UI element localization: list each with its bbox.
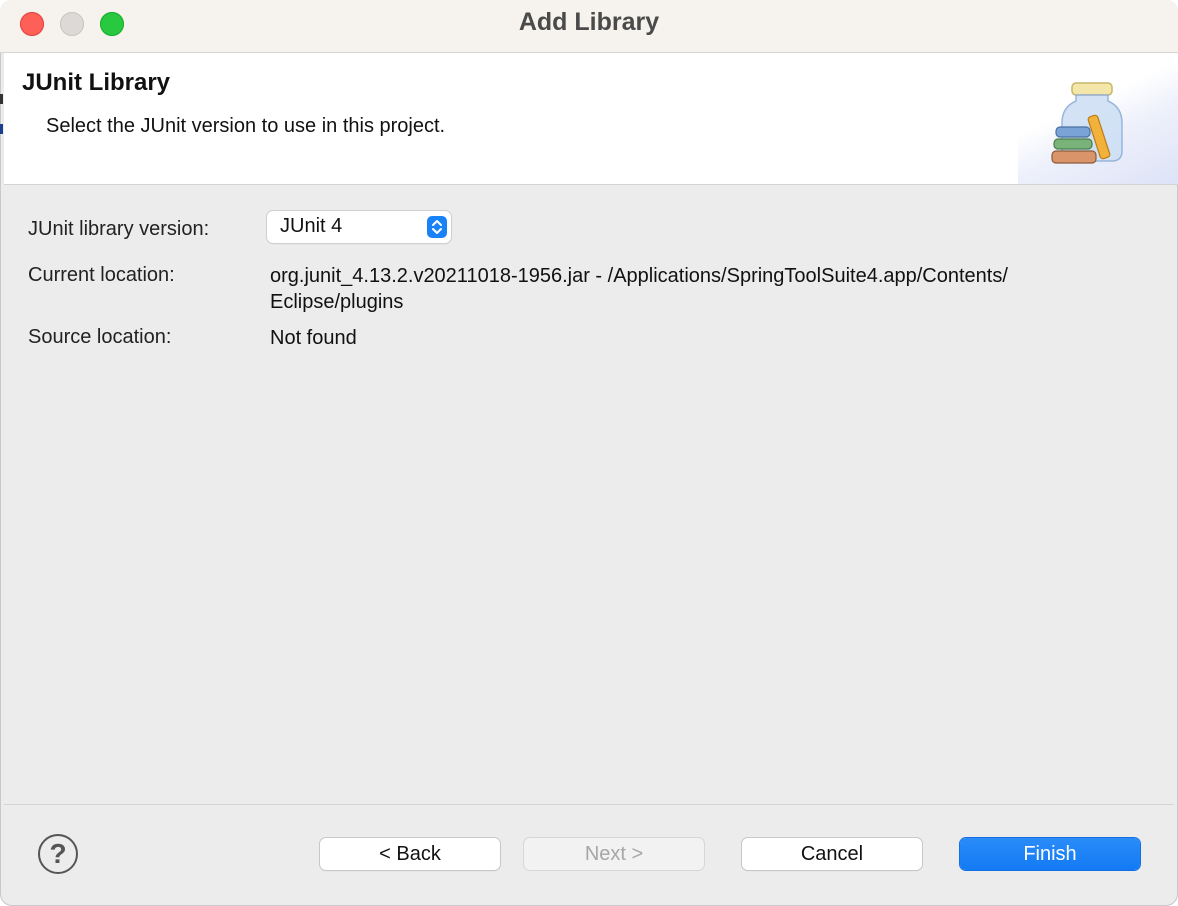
current-location-value: org.junit_4.13.2.v20211018-1956.jar - /A… [270,263,1008,315]
window-title: Add Library [518,8,660,36]
background-window-edge [0,94,3,104]
current-location-line: org.junit_4.13.2.v20211018-1956.jar - /A… [270,265,1008,287]
current-location-line: Eclipse/plugins [270,291,404,313]
junit-version-label: JUnit library version: [28,218,210,240]
title-bar: Add Library [0,0,1178,53]
finish-button[interactable]: Finish [960,838,1140,870]
source-location-label: Source location: [28,326,172,348]
cancel-button[interactable]: Cancel [742,838,922,870]
junit-version-value: JUnit 4 [280,215,343,237]
junit-version-select[interactable]: JUnit 4 [267,211,451,243]
library-jar-icon [1051,82,1123,164]
back-button[interactable]: < Back [320,838,500,870]
help-button[interactable]: ? [38,834,78,874]
source-location-value: Not found [270,327,357,349]
wizard-header: JUnit Library Select the JUnit version t… [4,53,1178,185]
footer-divider [4,804,1174,805]
current-location-label: Current location: [28,264,175,286]
next-button[interactable]: Next > [524,838,704,870]
page-description: Select the JUnit version to use in this … [46,115,446,137]
background-window-edge [0,124,3,134]
page-title: JUnit Library [22,69,171,96]
add-library-dialog: Add Library JUnit Library Select the JUn… [0,0,1178,906]
chevron-updown-icon [427,216,447,238]
help-icon: ? [49,838,67,869]
